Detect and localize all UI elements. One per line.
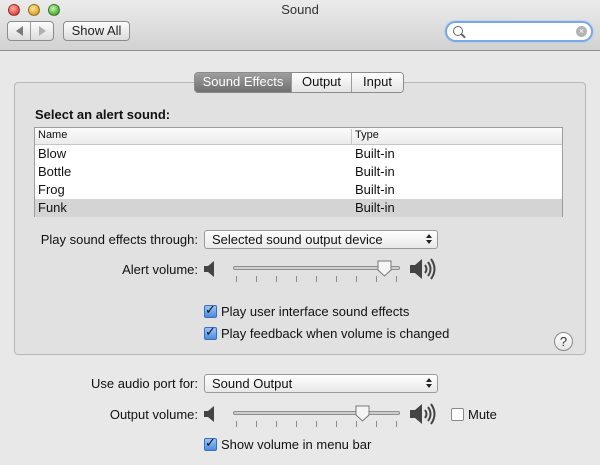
mute-label: Mute <box>468 407 497 422</box>
slider-tick <box>256 276 257 282</box>
row-type: Built-in <box>355 182 395 197</box>
table-row-selected[interactable]: Funk Built-in <box>35 199 562 217</box>
ui-sounds-checkbox[interactable] <box>204 303 217 318</box>
forward-arrow-icon <box>38 26 46 36</box>
show-menu-label: Show volume in menu bar <box>221 437 372 452</box>
show-menu-option[interactable]: Show volume in menu bar <box>204 436 372 452</box>
output-volume-knob[interactable] <box>355 405 370 422</box>
help-icon[interactable]: ? <box>554 332 573 351</box>
alert-volume-slider-track[interactable] <box>233 266 400 270</box>
back-arrow-icon <box>15 26 23 36</box>
slider-tick <box>236 421 237 427</box>
window-title: Sound <box>281 2 319 17</box>
speaker-low-icon <box>204 406 214 422</box>
play-through-label: Play sound effects through: <box>40 232 198 247</box>
search-icon <box>453 26 463 36</box>
tab-sound-effects[interactable]: Sound Effects <box>195 73 291 92</box>
column-header-name[interactable]: Name <box>38 129 67 141</box>
output-volume-slider-track[interactable] <box>233 411 400 415</box>
row-name: Frog <box>38 182 65 197</box>
table-row[interactable]: Blow Built-in <box>35 145 562 163</box>
row-type: Built-in <box>355 146 395 161</box>
popup-arrows-icon <box>426 378 433 389</box>
feedback-label: Play feedback when volume is changed <box>221 326 450 341</box>
slider-tick <box>336 276 337 282</box>
table-row[interactable]: Frog Built-in <box>35 181 562 199</box>
slider-tick <box>396 421 397 427</box>
slider-tick <box>276 276 277 282</box>
mute-checkbox[interactable] <box>451 408 464 421</box>
slider-tick <box>396 276 397 282</box>
search-field[interactable]: × <box>445 21 593 42</box>
feedback-checkbox[interactable] <box>204 325 217 340</box>
ui-sounds-option[interactable]: Play user interface sound effects <box>204 303 410 319</box>
show-menu-checkbox[interactable] <box>204 436 217 451</box>
slider-tick <box>276 421 277 427</box>
mute-option[interactable]: Mute <box>451 407 497 422</box>
row-name: Funk <box>38 200 67 215</box>
slider-tick <box>336 421 337 427</box>
slider-tick <box>256 421 257 427</box>
row-type: Built-in <box>355 164 395 179</box>
speaker-high-icon <box>410 403 436 425</box>
slider-tick <box>376 421 377 427</box>
tab-input[interactable]: Input <box>351 73 403 92</box>
output-volume-label: Output volume: <box>109 407 198 422</box>
alert-volume-ticks <box>233 276 400 282</box>
alert-sound-heading: Select an alert sound: <box>35 107 171 122</box>
clear-icon[interactable]: × <box>576 26 587 37</box>
output-volume-ticks <box>233 421 400 427</box>
alert-volume-label: Alert volume: <box>122 262 198 277</box>
popup-arrows-icon <box>426 234 433 245</box>
slider-tick <box>236 276 237 282</box>
row-type: Built-in <box>355 200 395 215</box>
show-all-button[interactable]: Show All <box>63 21 130 41</box>
slider-tick <box>356 276 357 282</box>
slider-tick <box>296 276 297 282</box>
row-name: Bottle <box>38 164 72 179</box>
alert-sound-table: Name Type Blow Built-in Bottle Built-in … <box>34 127 563 217</box>
audio-port-label: Use audio port for: <box>91 376 198 391</box>
alert-volume-knob[interactable] <box>377 260 392 277</box>
search-input[interactable] <box>469 24 569 39</box>
row-name: Blow <box>38 146 67 161</box>
speaker-low-icon <box>204 261 214 277</box>
navigation-buttons <box>7 21 54 41</box>
play-through-popup[interactable]: Selected sound output device <box>204 230 438 249</box>
play-through-value: Selected sound output device <box>212 232 383 247</box>
slider-tick <box>316 276 317 282</box>
tab-output[interactable]: Output <box>291 73 351 92</box>
window-toolbar: Sound Show All × <box>0 0 600 51</box>
speaker-high-icon <box>410 258 436 280</box>
slider-tick <box>296 421 297 427</box>
feedback-option[interactable]: Play feedback when volume is changed <box>204 325 450 341</box>
back-button[interactable] <box>8 22 30 40</box>
slider-tick <box>316 421 317 427</box>
audio-port-value: Sound Output <box>212 376 293 391</box>
table-header: Name Type <box>35 128 562 145</box>
tab-bar: Sound Effects Output Input <box>194 72 404 93</box>
table-row[interactable]: Bottle Built-in <box>35 163 562 181</box>
ui-sounds-label: Play user interface sound effects <box>221 304 410 319</box>
column-header-type[interactable]: Type <box>351 129 379 144</box>
forward-button[interactable] <box>30 22 53 40</box>
audio-port-popup[interactable]: Sound Output <box>204 374 438 393</box>
